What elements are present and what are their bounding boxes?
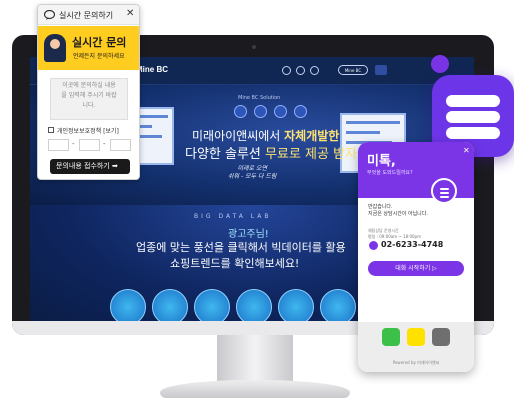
- balloon-button[interactable]: [236, 289, 272, 321]
- hero-headline-2b: 무료로 제공 받자!: [265, 147, 363, 162]
- hamburger-icon: [446, 127, 500, 139]
- hero-headline-1: 미래아이앤씨에서 자체개발한: [192, 127, 339, 144]
- close-icon[interactable]: ✕: [463, 146, 470, 155]
- bigdata-headline-1: 업종에 맞는 풍선을 클릭해서 빅데이터를 활용: [136, 241, 346, 254]
- balloon-button[interactable]: [320, 289, 356, 321]
- start-chat-button[interactable]: 대화 시작하기 ▷: [368, 261, 464, 276]
- hero-headline-2a: 다양한 솔루션: [185, 147, 266, 162]
- hamburger-icon: [446, 95, 500, 107]
- chart-icon[interactable]: [234, 105, 247, 118]
- globe-icon[interactable]: [294, 105, 307, 118]
- hero-subtext: 미래로 오면 쉬워 - 모두 다 드림: [228, 165, 277, 180]
- hero-feature-icons: [226, 105, 326, 119]
- decorative-dot: [431, 55, 449, 73]
- facebook-icon[interactable]: [296, 66, 305, 75]
- hero-tag: Mine BC Solution: [238, 95, 281, 101]
- phone-separator: -: [72, 140, 75, 148]
- phone-field-3[interactable]: [110, 139, 131, 151]
- site-logo[interactable]: Mine BC: [136, 65, 168, 74]
- inquiry-banner: 실시간 문의 언제든지 문의하세요: [38, 26, 139, 70]
- sms-icon[interactable]: [382, 328, 400, 346]
- phone-field-2[interactable]: [79, 139, 100, 151]
- close-icon[interactable]: ✕: [126, 8, 134, 20]
- menu-icon[interactable]: [375, 65, 387, 75]
- phone-field-1[interactable]: [48, 139, 69, 151]
- kakaotalk-icon[interactable]: [407, 328, 425, 346]
- messenger-hours: 채팅상담 운영시간 평일 : 09:00am ~ 18:00pm: [368, 228, 421, 239]
- messenger-greeting: 반갑습니다. 지금은 상담시간이 아닙니다.: [368, 204, 428, 217]
- monitor-stand-base: [160, 380, 350, 398]
- blog-icon[interactable]: [310, 66, 319, 75]
- messenger-phone[interactable]: 02-6233-4748: [381, 240, 443, 249]
- mail-icon[interactable]: [254, 105, 267, 118]
- phone-icon: [369, 241, 378, 250]
- hero-headline-1a: 미래아이앤씨에서: [192, 129, 285, 143]
- powered-by: Powered by 미래아이앤씨: [392, 360, 440, 365]
- bigdata-label: BIG DATA LAB: [194, 213, 272, 220]
- messenger-subtitle: 무엇을 도와드릴까요?: [367, 170, 413, 176]
- agent-avatar: [44, 34, 66, 62]
- inquiry-widget: 실시간 문의하기 ✕ 실시간 문의 언제든지 문의하세요 이곳에 문의하실 내용…: [37, 4, 140, 180]
- privacy-label[interactable]: 개인정보보호정책 [보기]: [57, 126, 119, 135]
- submit-inquiry-button[interactable]: 문의내용 접수하기 ➡: [50, 159, 130, 174]
- messenger-channels: Powered by 미래아이앤씨: [358, 322, 474, 372]
- monitor-camera: [252, 45, 256, 49]
- hamburger-icon: [446, 111, 500, 123]
- monitor-stand: [217, 335, 293, 385]
- inquiry-widget-title: 실시간 문의하기: [59, 11, 114, 20]
- messenger-title: 미톡,: [367, 154, 396, 169]
- bigdata-headline-2: 쇼핑트렌드를 확인해보세요!: [170, 257, 300, 270]
- chat-icon[interactable]: [274, 105, 287, 118]
- bot-menu-icon: [431, 178, 457, 204]
- inquiry-banner-title: 실시간 문의: [72, 36, 127, 49]
- hero-headline-1b: 자체개발한: [284, 129, 340, 143]
- inquiry-message-input[interactable]: 이곳에 문의하실 내용 을 입력해 주시기 바랍 니다.: [50, 78, 128, 120]
- hero-headline-2: 다양한 솔루션 무료로 제공 받자!: [185, 143, 362, 162]
- balloon-button[interactable]: [278, 289, 314, 321]
- chat-bubble-icon: [44, 10, 55, 20]
- inquiry-banner-subtitle: 언제든지 문의하세요: [73, 53, 125, 60]
- instagram-icon[interactable]: [282, 66, 291, 75]
- privacy-checkbox[interactable]: [48, 127, 54, 133]
- balloon-button[interactable]: [152, 289, 188, 321]
- inquiry-widget-header: 실시간 문의하기 ✕: [38, 5, 139, 25]
- phone-separator: -: [103, 140, 106, 148]
- messenger-body: 반갑습니다. 지금은 상담시간이 아닙니다. 채팅상담 운영시간 평일 : 09…: [358, 198, 474, 322]
- site-cta-button[interactable]: Mine BC: [338, 65, 368, 75]
- advertiser-label: 광고주님!: [228, 229, 269, 240]
- balloon-button[interactable]: [194, 289, 230, 321]
- email-icon[interactable]: [432, 328, 450, 346]
- balloon-button[interactable]: [110, 289, 146, 321]
- messenger-widget: 미톡, 무엇을 도와드릴까요? ✕ 반갑습니다. 지금은 상담시간이 아닙니다.…: [358, 142, 474, 372]
